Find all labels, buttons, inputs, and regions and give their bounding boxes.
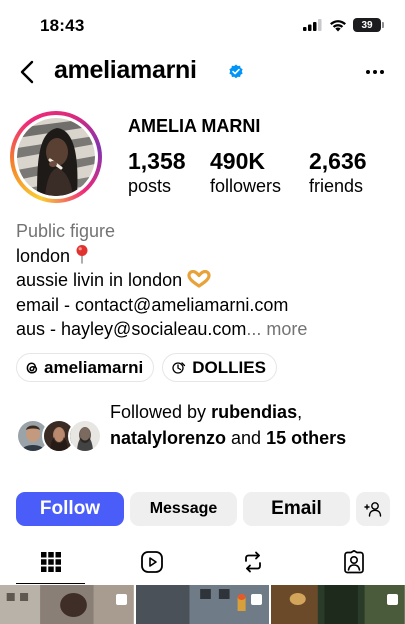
battery-icon: 39 [353,18,384,32]
friends-stat[interactable]: 2,636 friends [309,148,367,198]
mutual-followers[interactable]: Followed by rubendias, natalylorenzo and… [16,399,396,475]
more-options-icon[interactable] [363,60,387,84]
round-pushpin-emoji-icon [76,244,88,264]
bio-ellipsis: ... [246,319,262,339]
message-button[interactable]: Message [130,492,237,526]
followers-stat[interactable]: 490K followers [210,148,281,198]
friends-count: 2,636 [309,148,367,174]
suggested-accounts-button[interactable] [356,492,390,526]
tagged-icon [344,550,365,574]
followers-count: 490K [210,148,265,174]
post-thumbnail[interactable] [0,585,134,624]
mutual-user-link[interactable]: rubendias [211,402,297,422]
carousel-icon [387,594,399,605]
posts-stat[interactable]: 1,358 posts [128,148,186,198]
bio-category: Public figure [16,221,116,241]
display-name: AMELIA MARNI [128,116,261,136]
grid-icon [40,552,61,572]
tab-reposts[interactable] [203,540,304,584]
mutual-avatars [16,419,106,455]
followers-label: followers [210,176,282,196]
back-chevron-icon[interactable] [16,58,40,86]
bio-line: aussie livin in london [16,268,396,293]
post-thumbnail[interactable] [135,585,270,624]
cellular-signal-icon [303,19,322,31]
heart-hands-emoji-icon [187,270,211,288]
dollies-chip-label: DOLLIES [192,357,266,377]
wifi-icon [330,19,346,31]
highlight-link-icon [172,361,186,374]
posts-grid [0,585,405,624]
story-ring[interactable] [10,111,102,203]
profile-header: ameliamarni [0,50,405,94]
add-person-icon [364,502,382,517]
bio-more-link[interactable]: more [261,319,307,339]
reposts-icon [245,551,262,573]
followed-by-text: Followed by rubendias, natalylorenzo and… [110,402,347,448]
threads-icon [26,361,38,374]
threads-chip-label: ameliamarni [44,357,144,377]
bio-line: london [16,244,396,269]
profile-bio: Public figure london aussie livin in lon… [16,219,396,342]
status-icons: 39 [303,18,384,32]
profile-actions: Follow Message Email [16,492,390,526]
status-bar: 18:43 39 [0,0,405,50]
tab-posts-grid[interactable] [0,540,101,584]
profile-username: ameliamarni [54,56,197,84]
post-thumbnail[interactable] [271,585,405,624]
posts-label: posts [128,176,172,196]
email-button[interactable]: Email [243,492,350,526]
friends-label: friends [309,176,364,196]
mutual-user-link[interactable]: natalylorenzo [110,428,226,448]
profile-links: ameliamarni DOLLIES [16,353,277,382]
dollies-chip[interactable]: DOLLIES [162,353,277,382]
battery-level: 39 [361,19,373,31]
posts-count: 1,358 [128,148,186,174]
verified-badge-icon [229,64,243,79]
threads-chip[interactable]: ameliamarni [16,353,155,382]
reels-icon [140,551,163,573]
follow-button[interactable]: Follow [16,492,124,526]
status-time: 18:43 [40,16,85,35]
profile-avatar [17,118,95,196]
carousel-icon [115,594,127,605]
mutual-avatar [68,419,102,453]
bio-line: aus - hayley@socialeau.com... more [16,319,308,339]
tab-reels[interactable] [101,540,202,584]
tab-tagged[interactable] [304,540,405,584]
bio-line: email - contact@ameliamarni.com [16,294,289,315]
mutual-others-link[interactable]: 15 others [266,428,346,448]
carousel-icon [251,594,263,605]
profile-tabs [0,540,405,584]
